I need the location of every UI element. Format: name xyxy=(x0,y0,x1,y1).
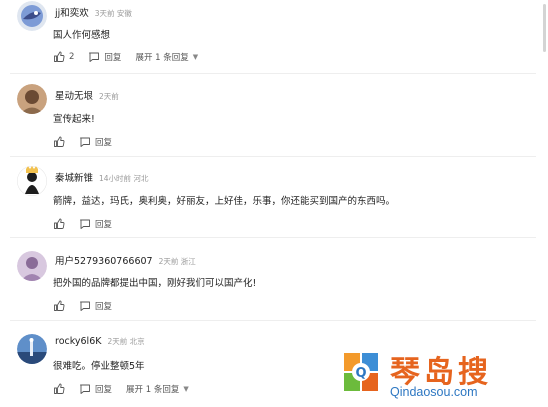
reply-label: 回复 xyxy=(104,53,122,63)
reply-button[interactable]: 回复 xyxy=(79,300,112,312)
expand-replies-button[interactable]: 展开 1 条回复 ▼ xyxy=(135,51,198,63)
like-button[interactable] xyxy=(53,300,65,312)
reply-icon xyxy=(79,218,91,230)
comment-text: 宣传起来! xyxy=(53,114,95,125)
like-button[interactable] xyxy=(53,383,65,395)
chevron-down-icon: ▼ xyxy=(192,53,199,61)
scrollbar-thumb[interactable] xyxy=(543,4,546,52)
reply-button[interactable]: 回复 xyxy=(79,383,112,395)
divider xyxy=(10,73,536,74)
username[interactable]: 星动无垠 xyxy=(55,91,93,102)
reply-icon xyxy=(79,300,91,312)
reply-icon xyxy=(88,51,100,63)
comment-header: rocky6l6K 2天前 北京 xyxy=(55,336,145,347)
username[interactable]: 用户5279360766607 xyxy=(55,256,153,267)
username[interactable]: rocky6l6K xyxy=(55,336,101,347)
divider xyxy=(10,156,536,157)
comment-header: 星动无垠 2天前 xyxy=(55,88,119,102)
comment-actions: 回复 xyxy=(53,299,126,313)
reply-button[interactable]: 回复 xyxy=(79,136,112,148)
divider xyxy=(10,320,536,321)
username[interactable]: 秦城新锥 xyxy=(55,173,93,184)
like-button[interactable] xyxy=(53,218,65,230)
avatar[interactable] xyxy=(17,251,47,281)
reply-icon xyxy=(79,136,91,148)
comment-meta: 2天前 浙江 xyxy=(158,257,196,266)
thumbs-up-icon xyxy=(53,218,65,230)
reply-label: 回复 xyxy=(95,385,113,395)
reply-icon xyxy=(79,383,91,395)
comment-header: 秦城新锥 14小时前 河北 xyxy=(55,170,148,184)
avatar[interactable] xyxy=(17,166,47,196)
thumbs-up-icon xyxy=(53,136,65,148)
divider xyxy=(10,237,536,238)
thumbs-up-icon xyxy=(53,383,65,395)
thumbs-up-icon xyxy=(53,300,65,312)
like-count: 2 xyxy=(69,52,75,62)
reply-button[interactable]: 回复 xyxy=(79,218,112,230)
expand-label: 展开 1 条回复 xyxy=(126,385,180,395)
comment-text: 把外国的品牌都提出中国，刚好我们可以国产化! xyxy=(53,278,257,289)
chevron-down-icon: ▼ xyxy=(183,385,189,393)
comment-actions: 回复 xyxy=(53,217,126,231)
comment-actions: 回复 展开 1 条回复 ▼ xyxy=(53,382,203,396)
watermark-url: Qindaosou.com xyxy=(390,385,478,399)
watermark-logo-icon: Q xyxy=(342,349,380,395)
comment-text: 很难吃。停业整顿5年 xyxy=(53,361,145,372)
reply-label: 回复 xyxy=(95,302,113,312)
comment-header: 用户5279360766607 2天前 浙江 xyxy=(55,253,196,267)
like-button[interactable]: 2 xyxy=(53,51,74,63)
comment-meta: 2天前 xyxy=(99,92,119,101)
comment-meta: 3天前 安徽 xyxy=(94,9,132,18)
expand-replies-button[interactable]: 展开 1 条回复 ▼ xyxy=(126,383,189,395)
avatar[interactable] xyxy=(17,84,47,114)
comment-text: 国人作何感想 xyxy=(53,30,111,41)
svg-text:Q: Q xyxy=(355,366,366,381)
comment-text: 箭牌，益达，玛氏，奥利奥，好丽友，上好佳，乐事，你还能买到国产的东西吗。 xyxy=(53,196,396,207)
site-watermark: Q 琴岛搜 Qindaosou.com xyxy=(340,347,548,401)
comment-meta: 2天前 北京 xyxy=(107,337,145,346)
username[interactable]: jj和奕欢 xyxy=(55,8,89,19)
avatar[interactable] xyxy=(17,1,47,31)
reply-button[interactable]: 回复 xyxy=(88,51,121,63)
comment-meta: 14小时前 河北 xyxy=(99,174,149,183)
thumbs-up-icon xyxy=(53,51,65,63)
comment-header: jj和奕欢 3天前 安徽 xyxy=(55,5,132,19)
comment-actions: 2 回复 展开 1 条回复 ▼ xyxy=(53,50,212,64)
avatar[interactable] xyxy=(17,334,47,364)
expand-label: 展开 1 条回复 xyxy=(135,53,189,63)
reply-label: 回复 xyxy=(95,138,113,148)
like-button[interactable] xyxy=(53,136,65,148)
reply-label: 回复 xyxy=(95,220,113,230)
comment-actions: 回复 xyxy=(53,135,126,149)
